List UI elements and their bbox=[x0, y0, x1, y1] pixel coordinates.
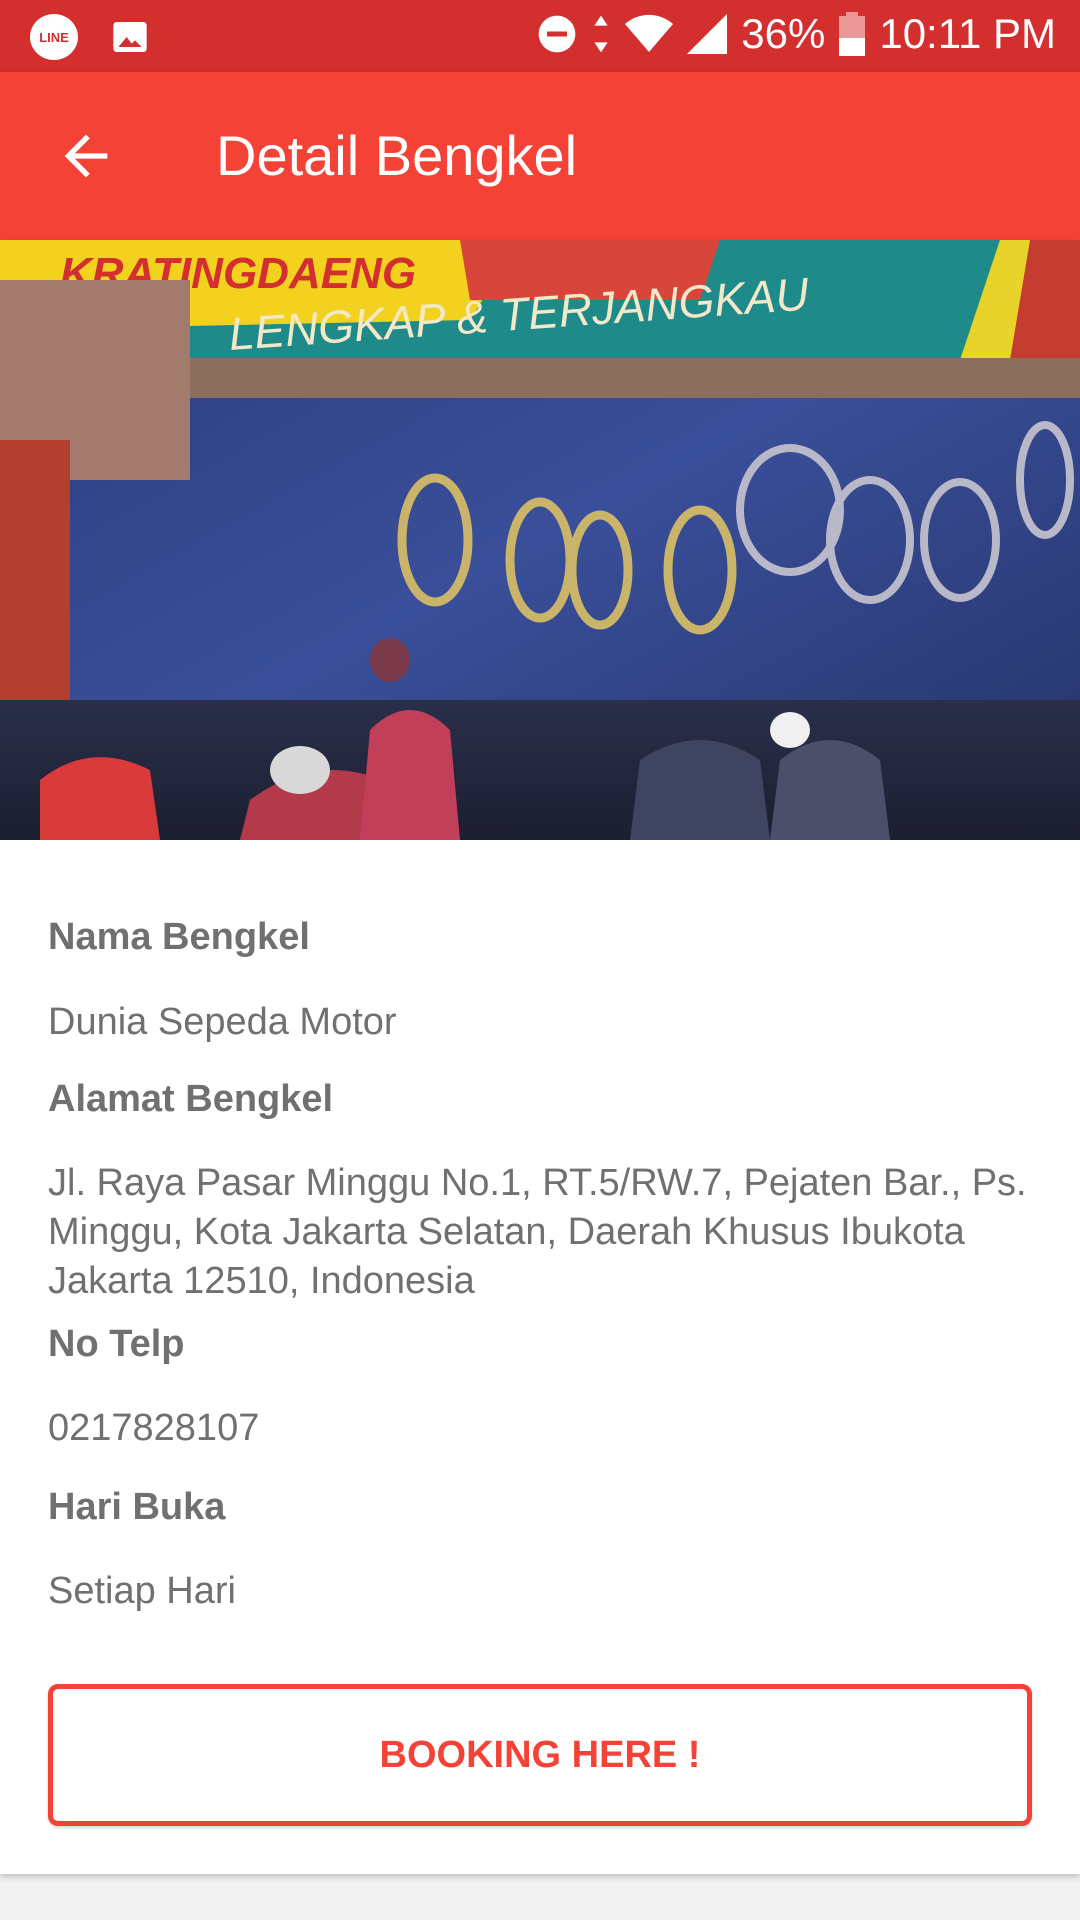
workshop-photo: KRATINGDAENG LENGKAP & TERJANGKAU bbox=[0, 240, 1080, 840]
booking-button[interactable]: BOOKING HERE ! bbox=[48, 1684, 1032, 1826]
workshop-address-value: Jl. Raya Pasar Minggu No.1, RT.5/RW.7, P… bbox=[48, 1162, 1027, 1302]
workshop-name-value: Dunia Sepeda Motor bbox=[48, 1001, 397, 1043]
line-app-icon: LINE bbox=[30, 14, 78, 60]
page-title: Detail Bengkel bbox=[216, 124, 578, 187]
phone-value: 0217828107 bbox=[48, 1407, 260, 1449]
workshop-address-label: Alamat Bengkel bbox=[48, 1078, 334, 1120]
open-days-value: Setiap Hari bbox=[48, 1570, 236, 1612]
open-days-label: Hari Buka bbox=[48, 1486, 226, 1528]
signal-icon bbox=[687, 14, 728, 54]
wifi-icon bbox=[625, 14, 674, 53]
clock: 10:11 PM bbox=[879, 10, 1056, 57]
battery-icon bbox=[839, 12, 866, 56]
battery-percent: 36% bbox=[741, 10, 826, 57]
detail-card: KRATINGDAENG LENGKAP & TERJANGKAU Nama B… bbox=[0, 240, 1080, 1874]
back-arrow-icon[interactable] bbox=[54, 124, 118, 188]
gallery-icon bbox=[113, 22, 147, 52]
dnd-icon bbox=[538, 15, 576, 53]
data-arrows-icon bbox=[594, 15, 608, 53]
workshop-name-label: Nama Bengkel bbox=[48, 916, 310, 958]
status-bar: LINE 36% 10:11 PM bbox=[0, 0, 1080, 72]
app-bar: Detail Bengkel bbox=[0, 72, 1080, 240]
phone-label: No Telp bbox=[48, 1323, 185, 1365]
